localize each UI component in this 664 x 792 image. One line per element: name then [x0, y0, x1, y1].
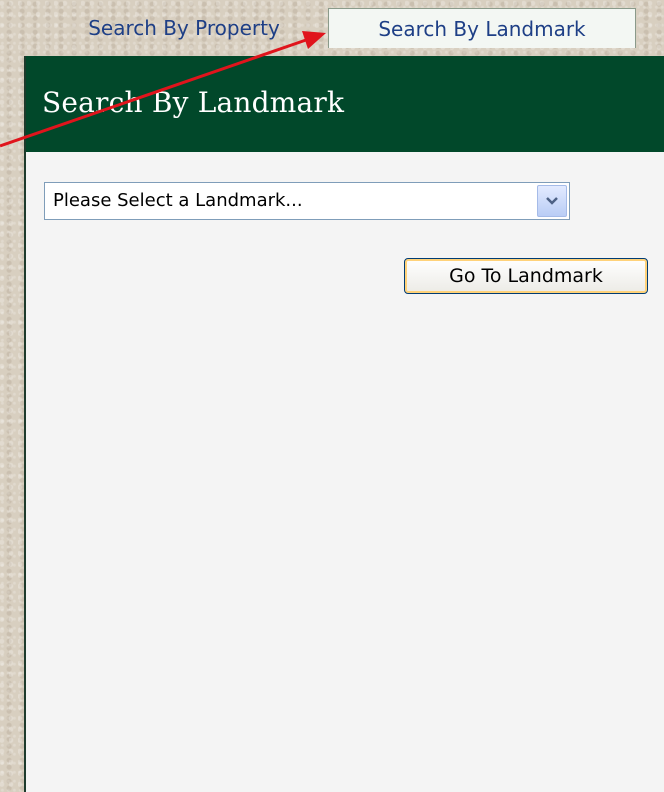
panel-header: Search By Landmark [26, 56, 664, 152]
tab-search-by-property[interactable]: Search By Property [48, 8, 320, 48]
tab-bar: Search By Property Search By Landmark [48, 8, 638, 48]
chevron-down-icon[interactable] [537, 185, 567, 217]
landmark-search-panel: Search By Landmark Please Select a Landm… [24, 56, 664, 792]
panel-title: Search By Landmark [42, 86, 345, 119]
landmark-select-value: Please Select a Landmark... [53, 190, 303, 211]
tab-search-by-landmark[interactable]: Search By Landmark [328, 8, 636, 48]
landmark-select[interactable]: Please Select a Landmark... [44, 182, 570, 220]
go-to-landmark-button[interactable]: Go To Landmark [404, 258, 648, 294]
